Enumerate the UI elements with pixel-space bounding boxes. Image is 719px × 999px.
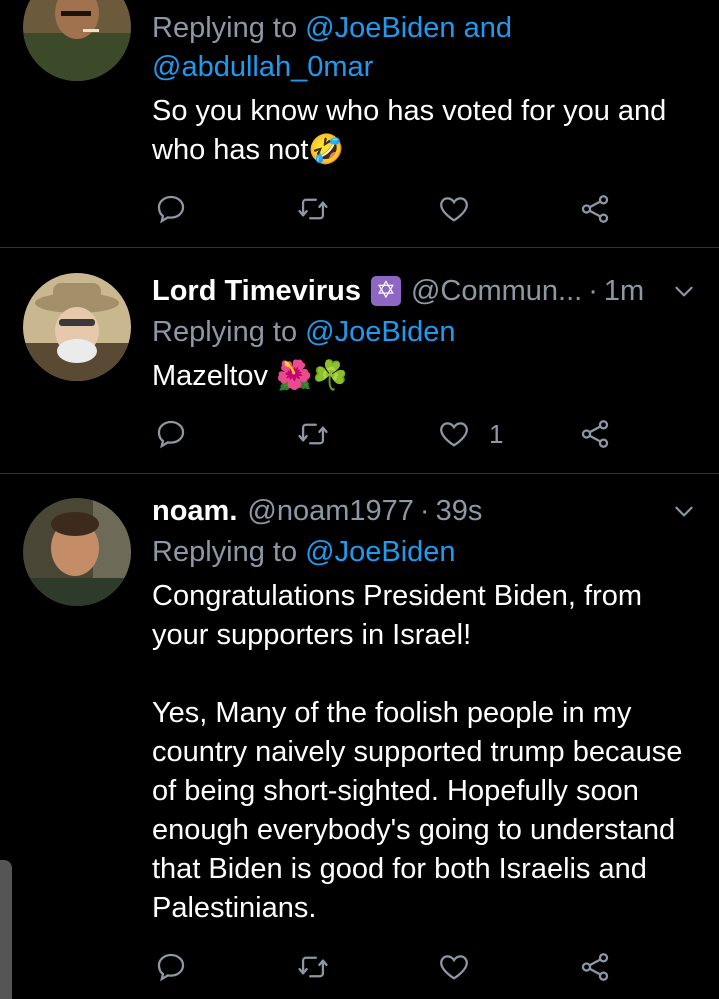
like-count: 1: [489, 418, 504, 449]
chevron-down-icon[interactable]: [671, 498, 697, 524]
retweet-button[interactable]: [296, 412, 330, 456]
timestamp[interactable]: 39s: [436, 495, 483, 528]
like-button[interactable]: [437, 945, 471, 989]
heart-icon: [440, 197, 468, 222]
display-name[interactable]: noam.: [152, 495, 237, 528]
share-button[interactable]: [578, 187, 612, 231]
replying-to: Replying to @JoeBiden: [152, 316, 456, 348]
avatar[interactable]: [23, 273, 131, 381]
divider: [0, 473, 719, 474]
replying-to-continued: @abdullah_0mar: [152, 47, 373, 87]
like-button[interactable]: [437, 187, 471, 231]
reply-button[interactable]: [154, 412, 188, 456]
share-icon: [581, 953, 609, 981]
retweet-icon: [298, 423, 328, 445]
share-button[interactable]: [578, 945, 612, 989]
retweet-button[interactable]: [296, 187, 330, 231]
tweet-text: Congratulations President Biden, from yo…: [152, 580, 683, 924]
retweet-icon: [298, 198, 328, 220]
like-button[interactable]: 1: [437, 412, 503, 456]
share-icon: [581, 195, 609, 223]
comment-icon: [157, 420, 185, 449]
divider: [0, 247, 719, 248]
share-icon: [581, 420, 609, 448]
tweet-header: noam. @noam1977 · 39s: [152, 491, 482, 531]
user-handle[interactable]: @Commun...: [411, 275, 582, 308]
replying-to: Replying to @JoeBiden: [152, 536, 456, 568]
edge-handle[interactable]: [0, 860, 12, 999]
retweet-icon: [298, 956, 328, 978]
user-handle[interactable]: @noam1977: [247, 495, 414, 528]
replying-to: Replying to @JoeBiden and: [152, 12, 512, 44]
heart-icon: [440, 955, 468, 980]
separator-dot: ·: [419, 494, 430, 527]
tweet-actions: 1: [152, 412, 632, 456]
retweet-button[interactable]: [296, 945, 330, 989]
share-button[interactable]: [578, 412, 612, 456]
tweet-actions: [152, 187, 632, 231]
mention-link[interactable]: @JoeBiden: [305, 536, 455, 568]
mention-link[interactable]: @abdullah_0mar: [152, 51, 373, 83]
tweet-text: So you know who has voted for you and wh…: [152, 95, 675, 166]
comment-icon: [157, 195, 185, 224]
avatar[interactable]: [23, 0, 131, 81]
tweet-actions: [152, 945, 632, 989]
comment-icon: [157, 953, 185, 982]
chevron-down-icon[interactable]: [671, 278, 697, 304]
separator-dot: ·: [588, 274, 598, 307]
avatar[interactable]: [23, 498, 131, 606]
mention-link[interactable]: @JoeBiden: [305, 316, 455, 348]
reply-button[interactable]: [154, 187, 188, 231]
display-name[interactable]: Lord Timevirus: [152, 275, 361, 308]
tweet-header: Lord Timevirus ✡ @Commun... · 1m: [152, 271, 644, 311]
mention-link[interactable]: @JoeBiden: [305, 12, 455, 44]
timestamp[interactable]: 1m: [604, 275, 644, 308]
star-of-david-icon: ✡: [370, 276, 401, 306]
heart-icon: [440, 422, 468, 447]
tweet-text: Mazeltov 🌺☘️: [152, 360, 349, 392]
reply-button[interactable]: [154, 945, 188, 989]
